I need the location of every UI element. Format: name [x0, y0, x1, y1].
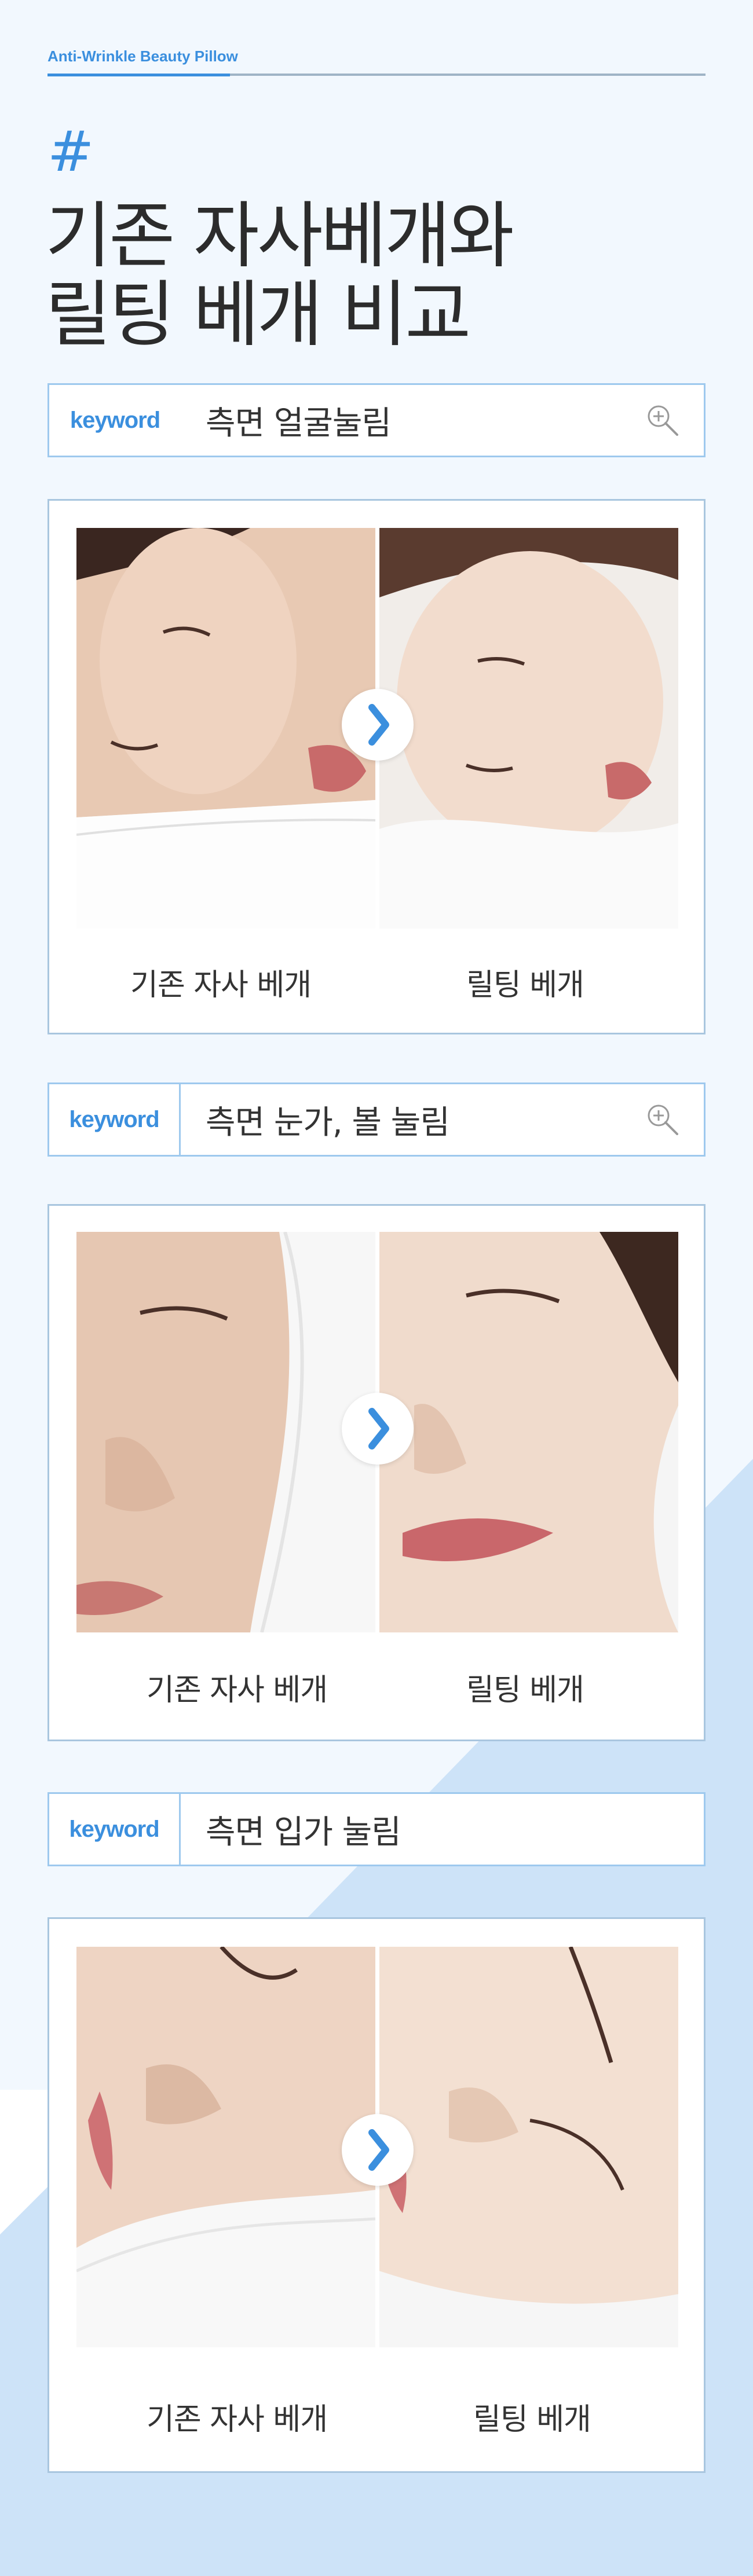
- comparison-card-1: 기존 자사 베개 릴팅 베개: [47, 499, 706, 1034]
- compare-arrow: [342, 1393, 414, 1465]
- chevron-right-icon: [368, 704, 389, 746]
- chevron-right-icon: [368, 1408, 389, 1450]
- zoom-in-icon: [648, 405, 678, 436]
- chevron-right-icon: [368, 2129, 389, 2171]
- comparison-card-3: 기존 자사 베개 릴팅 베개: [47, 1917, 706, 2473]
- hash-mark: #: [47, 119, 94, 184]
- keyword-tag: keyword: [49, 1794, 181, 1865]
- header-rule-accent: [47, 74, 230, 76]
- page-title-line2: 릴팅 베개 비교: [45, 273, 471, 357]
- compare-arrow: [342, 2114, 414, 2186]
- compare-arrow: [342, 689, 414, 761]
- keyword-tag: keyword: [70, 407, 160, 433]
- caption-lifting: 릴팅 베개: [473, 2402, 591, 2437]
- keyword-text: 측면 눈가, 볼 눌림: [206, 1103, 450, 1142]
- page-title: 기존 자사베개와 릴팅 베개 비교: [45, 195, 514, 357]
- keyword-box-1: keyword 측면 얼굴눌림: [47, 383, 706, 457]
- caption-lifting: 릴팅 베개: [466, 968, 584, 1003]
- keyword-tag: keyword: [49, 1084, 181, 1155]
- zoom-in-icon: [648, 1104, 678, 1135]
- keyword-box-3: keyword 측면 입가 눌림: [47, 1792, 706, 1866]
- caption-existing: 기존 자사 베개: [147, 2402, 328, 2437]
- product-label: Anti-Wrinkle Beauty Pillow: [47, 47, 238, 65]
- keyword-box-2: keyword 측면 눈가, 볼 눌림: [47, 1082, 706, 1157]
- page-title-line1: 기존 자사베개와: [45, 195, 514, 278]
- keyword-text: 측면 입가 눌림: [206, 1813, 401, 1851]
- keyword-text: 측면 얼굴눌림: [206, 404, 392, 442]
- comparison-card-2: 기존 자사 베개 릴팅 베개: [47, 1204, 706, 1741]
- caption-existing: 기존 자사 베개: [147, 1673, 328, 1708]
- photo-lifting-pillow: [379, 1947, 678, 2347]
- photo-existing-pillow: [76, 1232, 375, 1632]
- photo-existing-pillow: [76, 528, 375, 929]
- photo-existing-pillow: [76, 1947, 375, 2347]
- caption-existing: 기존 자사 베개: [130, 968, 312, 1003]
- photo-lifting-pillow: [379, 1232, 678, 1632]
- photo-lifting-pillow: [379, 528, 678, 929]
- caption-lifting: 릴팅 베개: [466, 1673, 584, 1708]
